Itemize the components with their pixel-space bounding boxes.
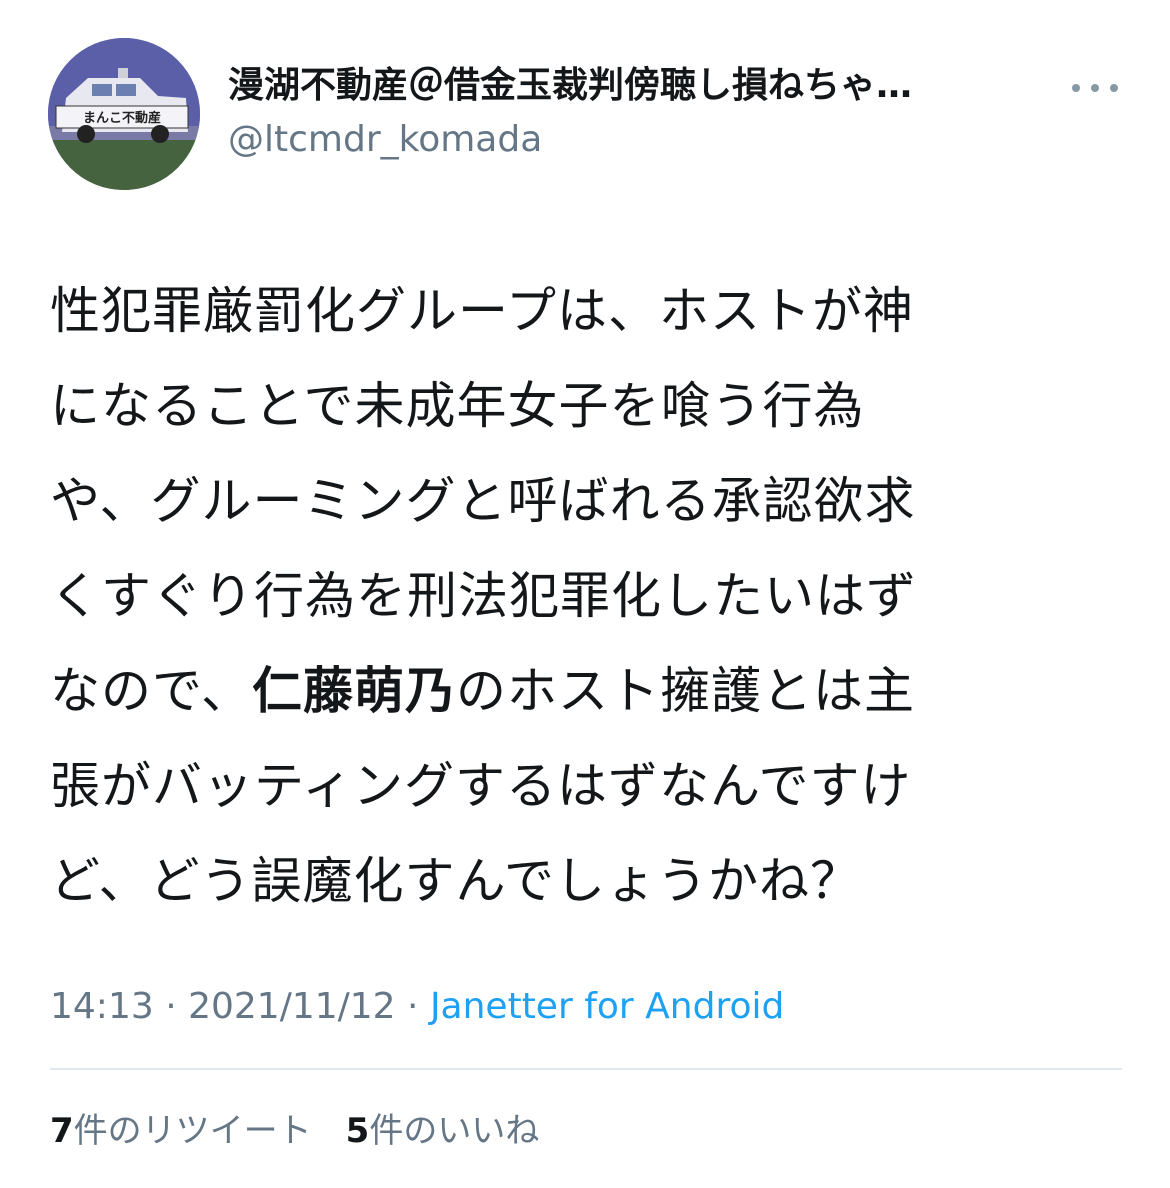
tweet-line: 性犯罪厳罰化グループは、ホストが神 <box>50 282 914 340</box>
tweet-line: なので、仁藤萌乃のホスト擁護とは主 <box>50 644 1130 739</box>
tweet-line: ど、どう誤魔化すんでしょうかね？ <box>50 852 861 910</box>
tweet-time[interactable]: 14:13 <box>50 986 154 1027</box>
avatar-sign-text: まんこ不動産 <box>83 110 161 126</box>
retweets-stat[interactable]: 7件のリツイート <box>50 1111 312 1151</box>
display-name[interactable]: 漫湖不動産＠借金玉裁判傍聴し損ねちゃ… <box>228 62 1048 110</box>
tweet-text-segment: なので、 <box>50 662 252 720</box>
tweet-line: になることで未成年女子を喰う行為 <box>50 377 865 435</box>
more-dot <box>1091 84 1099 92</box>
retweets-count: 7 <box>50 1111 74 1151</box>
tweet-date[interactable]: 2021/11/12 <box>188 986 396 1027</box>
tweet-source-link[interactable]: Janetter for Android <box>430 986 784 1027</box>
tweet-line: や、グルーミングと呼ばれる承認欲求 <box>50 472 916 530</box>
likes-count: 5 <box>345 1111 370 1151</box>
retweets-label: 件のリツイート <box>73 1111 312 1151</box>
more-dot <box>1072 84 1080 92</box>
more-horizontal-icon[interactable] <box>1072 80 1118 96</box>
bold-name: 仁藤萌乃 <box>252 662 456 720</box>
meta-separator: · <box>153 986 189 1027</box>
tweet-text-segment: のホスト擁護とは主 <box>456 662 915 720</box>
meta-separator: · <box>395 986 430 1027</box>
user-handle[interactable]: @ltcmdr_komada <box>228 116 1048 164</box>
more-dot <box>1110 84 1118 92</box>
avatar[interactable]: まんこ不動産 <box>48 38 200 190</box>
tweet-meta: 14:13 · 2021/11/12 · Janetter for Androi… <box>50 980 784 1034</box>
tweet-stats: 7件のリツイート 5件のいいね <box>50 1104 539 1158</box>
tweet-text: 性犯罪厳罰化グループは、ホストが神 になることで未成年女子を喰う行為 や、グルー… <box>50 264 1130 929</box>
divider <box>50 1068 1122 1070</box>
tweet-line: 張がバッティングするはずなんですけ <box>50 757 912 815</box>
likes-stat[interactable]: 5件のいいね <box>346 1111 540 1151</box>
tweet-line: くすぐり行為を刑法犯罪化したいはず <box>50 567 917 625</box>
likes-label: 件のいいね <box>369 1111 540 1151</box>
tweet-card: まんこ不動産 漫湖不動産＠借金玉裁判傍聴し損ねちゃ… @ltcmdr_komad… <box>0 0 1170 1188</box>
author-names[interactable]: 漫湖不動産＠借金玉裁判傍聴し損ねちゃ… @ltcmdr_komada <box>228 62 1048 164</box>
